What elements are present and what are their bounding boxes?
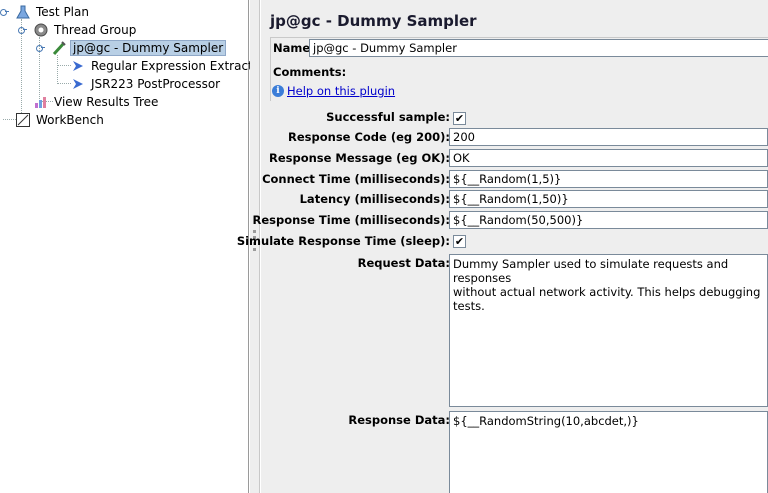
tree-node-label: Test Plan [36, 5, 89, 19]
flask-icon [15, 4, 31, 20]
expand-handle-icon[interactable] [0, 7, 9, 16]
simulate-response-time-label: Simulate Response Time (sleep): [236, 234, 450, 248]
test-plan-tree[interactable]: Test Plan Thread Group jp@gc - Dummy Sam… [0, 0, 265, 493]
expand-handle-icon[interactable] [18, 25, 27, 34]
response-data-textarea[interactable]: ${__RandomString(10,abcdet,)} [449, 411, 768, 493]
connect-time-label: Connect Time (milliseconds): [262, 172, 450, 186]
response-time-label: Response Time (milliseconds): [252, 213, 450, 227]
response-data-label: Response Data: [348, 413, 450, 427]
successful-sample-label: Successful sample: [326, 110, 450, 124]
tree-node-label: View Results Tree [54, 95, 159, 109]
latency-field[interactable]: ${__Random(1,50)} [449, 190, 768, 208]
expand-handle-icon[interactable] [36, 43, 45, 52]
simulate-response-time-checkbox[interactable]: ✔ [453, 235, 466, 248]
tree-node-label: Thread Group [54, 23, 137, 37]
pipette-icon [51, 40, 67, 56]
name-field[interactable]: jp@gc - Dummy Sampler [309, 39, 768, 57]
tree-node-thread-group[interactable]: Thread Group [33, 21, 138, 39]
info-icon: i [272, 85, 284, 97]
response-code-field[interactable]: 200 [449, 128, 768, 146]
tree-node-view-results-tree[interactable]: View Results Tree [33, 93, 160, 111]
request-data-textarea[interactable]: Dummy Sampler used to simulate requests … [449, 254, 768, 407]
response-message-field[interactable]: OK [449, 149, 768, 167]
tree-connector [57, 83, 71, 84]
response-message-label: Response Message (eg OK): [268, 151, 450, 165]
tree-node-dummy-sampler[interactable]: jp@gc - Dummy Sampler [51, 39, 227, 57]
arrow-right-icon [70, 58, 86, 74]
gear-icon [33, 22, 49, 38]
sampler-config-panel: jp@gc - Dummy Sampler Name: jp@gc - Dumm… [237, 0, 768, 493]
tree-node-jsr223-postprocessor[interactable]: JSR223 PostProcessor [70, 75, 222, 93]
connect-time-field[interactable]: ${__Random(1,5)} [449, 170, 768, 188]
workbench-icon [15, 112, 31, 128]
help-link-text: Help on this plugin [287, 84, 396, 98]
divider-grip [253, 230, 256, 233]
tree-node-workbench[interactable]: WorkBench [15, 111, 106, 129]
page-title: jp@gc - Dummy Sampler [270, 12, 477, 30]
chart-icon [33, 94, 49, 110]
response-code-label: Response Code (eg 200): [288, 130, 450, 144]
tree-connector [57, 55, 58, 84]
response-time-field[interactable]: ${__Random(50,500)} [449, 211, 768, 229]
latency-label: Latency (milliseconds): [299, 192, 450, 206]
tree-node-label: JSR223 PostProcessor [91, 77, 221, 91]
help-link[interactable]: i Help on this plugin [272, 84, 395, 98]
successful-sample-checkbox[interactable]: ✔ [453, 112, 466, 125]
tree-connector [57, 65, 71, 66]
tree-node-test-plan[interactable]: Test Plan [15, 3, 91, 21]
tree-node-regex-extractor[interactable]: Regular Expression Extractor [70, 57, 267, 75]
request-data-label: Request Data: [357, 256, 450, 270]
divider-grip [253, 248, 256, 251]
arrow-right-icon [70, 76, 86, 92]
tree-node-label: WorkBench [36, 113, 104, 127]
tree-node-label: Regular Expression Extractor [91, 59, 266, 73]
comments-label: Comments: [273, 65, 347, 79]
tree-connector [21, 19, 22, 121]
tree-node-label: jp@gc - Dummy Sampler [70, 40, 227, 56]
